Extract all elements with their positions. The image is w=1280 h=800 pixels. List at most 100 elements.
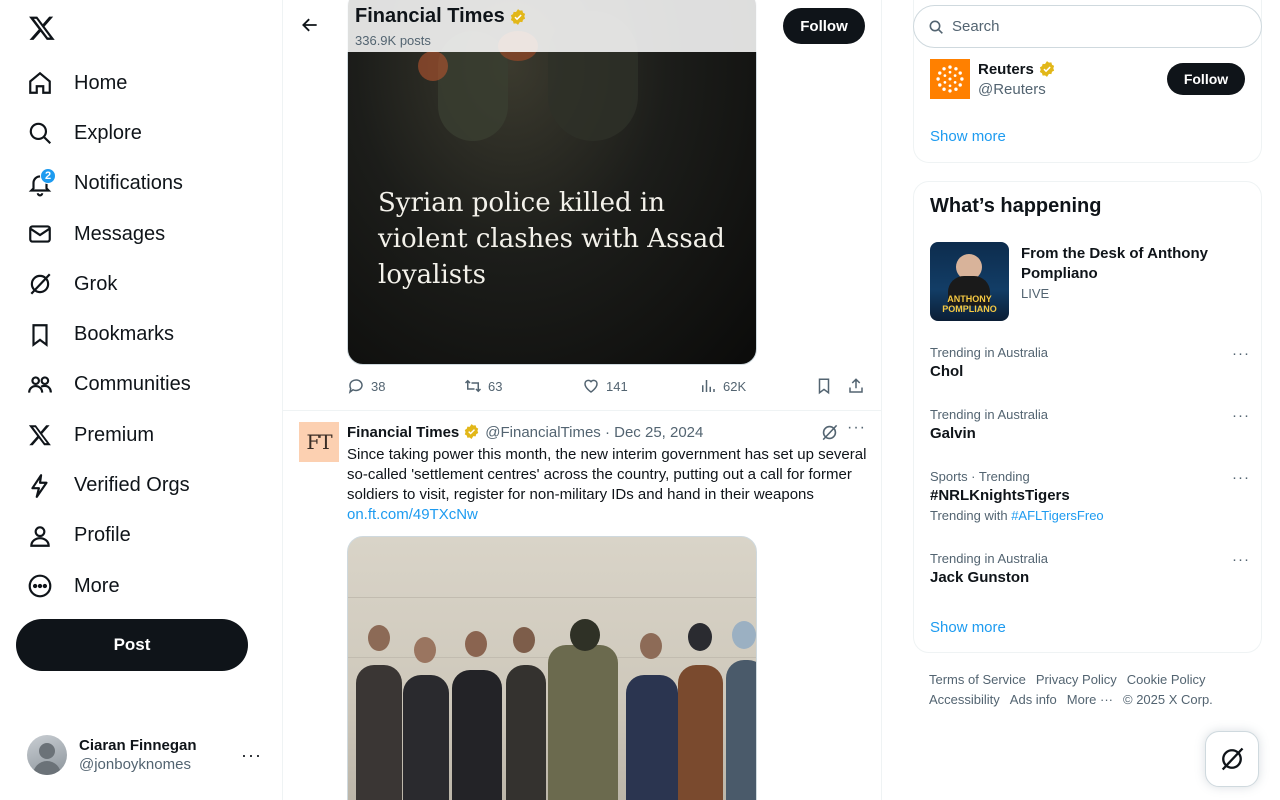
follow-reuters-button[interactable]: Follow	[1167, 63, 1245, 95]
page-title: Financial Times	[355, 5, 527, 28]
tweet-author[interactable]: Financial Times	[347, 424, 459, 441]
trend-item[interactable]: Sports · Trending #NRLKnightsTigers Tren…	[930, 469, 1250, 523]
reuters-logo[interactable]	[930, 59, 970, 99]
footer-link[interactable]: Ads info	[1010, 692, 1057, 707]
more-dots-icon[interactable]: ···	[1232, 407, 1250, 424]
whats-happening-panel: What’s happening ANTHONY POMPLIANO From …	[913, 181, 1262, 653]
main-timeline: Syrian police killed in violent clashes …	[283, 0, 882, 800]
x-logo-icon[interactable]	[24, 10, 60, 46]
search-input[interactable]	[952, 18, 1242, 35]
people-icon	[26, 371, 54, 399]
notification-count-badge: 2	[40, 167, 56, 184]
footer-link[interactable]: More ···	[1067, 692, 1113, 707]
more-circle-icon	[26, 572, 54, 600]
tweet-meta[interactable]: @FinancialTimes · Dec 25, 2024	[485, 424, 703, 441]
footer-link[interactable]: Accessibility	[929, 692, 1000, 707]
image-shape	[726, 660, 756, 800]
nav-item-communities[interactable]: Communities	[16, 360, 191, 410]
tweet-text: Since taking power this month, the new i…	[347, 445, 867, 525]
tweet-body: Since taking power this month, the new i…	[347, 446, 867, 503]
image-shape	[465, 631, 487, 657]
verified-gold-badge-icon	[463, 423, 481, 441]
trend-topic: #NRLKnightsTigers	[930, 487, 1070, 504]
nav-item-notifications[interactable]: 2 Notifications	[16, 159, 191, 209]
nav-item-explore[interactable]: Explore	[16, 108, 191, 158]
follow-button[interactable]: Follow	[783, 8, 865, 44]
nav-item-premium[interactable]: Premium	[16, 410, 191, 460]
nav-label: Premium	[74, 423, 155, 446]
bookmark-button[interactable]	[815, 377, 833, 395]
nav-item-verified-orgs[interactable]: Verified Orgs	[16, 460, 191, 510]
repost-button[interactable]: 63	[464, 377, 502, 395]
image-headline: Syrian police killed in violent clashes …	[378, 188, 725, 290]
tweet-link[interactable]: on.ft.com/49TXcNw	[347, 506, 478, 523]
trend-context: Sports · Trending	[930, 469, 1030, 484]
nav-item-messages[interactable]: Messages	[16, 209, 191, 259]
image-shape	[414, 637, 436, 663]
account-switcher[interactable]: Ciaran Finnegan @jonboyknomes ···	[16, 723, 274, 787]
x-logo-icon	[26, 421, 54, 449]
more-dots-icon[interactable]: ···	[847, 419, 866, 437]
post-button[interactable]: Post	[16, 619, 248, 671]
reuters-name: Reuters	[978, 60, 1034, 78]
back-arrow-icon[interactable]	[293, 8, 327, 42]
reply-button[interactable]: 38	[347, 377, 385, 395]
show-more-link[interactable]: Show more	[930, 619, 1006, 636]
grok-icon[interactable]	[820, 423, 839, 447]
nav-label: More	[74, 574, 120, 597]
nav-item-home[interactable]: Home	[16, 58, 191, 108]
grok-floating-button[interactable]	[1205, 731, 1259, 787]
nav-item-grok[interactable]: Grok	[16, 259, 191, 309]
avatar	[27, 735, 67, 775]
trend-with: Trending with #AFLTigersFreo	[930, 508, 1250, 523]
views-button[interactable]: 62K	[699, 377, 746, 395]
ft-avatar[interactable]: FT	[299, 422, 339, 462]
like-count: 141	[606, 378, 628, 394]
more-dots-icon[interactable]: ···	[1232, 345, 1250, 362]
show-more-link[interactable]: Show more	[930, 128, 1006, 145]
live-badge: LIVE	[1021, 286, 1050, 301]
trend-item[interactable]: Trending in Australia Jack Gunston ···	[930, 551, 1250, 586]
post-image[interactable]: Syrian police killed in violent clashes …	[347, 0, 757, 365]
search-icon	[26, 119, 54, 147]
tweet-photo[interactable]	[347, 536, 757, 800]
footer-link[interactable]: Terms of Service	[929, 672, 1026, 687]
trend-context: Trending in Australia	[930, 407, 1049, 422]
search-box[interactable]	[913, 5, 1262, 48]
more-dots-icon[interactable]: ···	[241, 745, 262, 766]
image-shape	[418, 51, 448, 81]
reply-icon	[348, 379, 363, 394]
primary-nav: Home Explore 2 Notifications Messages Gr…	[16, 58, 191, 611]
views-chart-icon	[702, 380, 715, 392]
right-sidebar: Reuters @Reuters Follow Show more What’s…	[882, 0, 1280, 800]
more-dots-icon[interactable]: ···	[1232, 551, 1250, 568]
profile-header: Financial Times 336.9K posts Follow	[283, 0, 881, 52]
nav-item-more[interactable]: More	[16, 561, 191, 611]
nav-label: Bookmarks	[74, 323, 175, 346]
image-shape	[506, 665, 546, 800]
image-shape	[626, 675, 678, 800]
account-handle: @jonboyknomes	[79, 756, 191, 773]
tweet[interactable]: FT Financial Times @FinancialTimes · Dec…	[283, 411, 881, 800]
share-button[interactable]	[847, 377, 865, 395]
trend-item[interactable]: Trending in Australia Galvin ···	[930, 407, 1250, 442]
trend-item[interactable]: Trending in Australia Chol ···	[930, 345, 1250, 380]
trend-hashtag-link[interactable]: #AFLTigersFreo	[1011, 508, 1103, 523]
nav-label: Verified Orgs	[74, 474, 190, 497]
live-thumbnail[interactable]: ANTHONY POMPLIANO	[930, 242, 1009, 321]
nav-label: Home	[74, 71, 128, 94]
more-dots-icon[interactable]: ···	[1232, 469, 1250, 486]
image-shape	[732, 621, 756, 649]
like-button[interactable]: 141	[582, 377, 628, 395]
copyright: © 2025 X Corp.	[1123, 692, 1213, 707]
footer-link[interactable]: Privacy Policy	[1036, 672, 1117, 687]
nav-label: Notifications	[74, 172, 183, 195]
nav-label: Communities	[74, 373, 191, 396]
nav-item-bookmarks[interactable]: Bookmarks	[16, 309, 191, 359]
live-title[interactable]: From the Desk of Anthony Pompliano	[1021, 244, 1241, 284]
image-shape	[348, 597, 756, 598]
who-name[interactable]: Reuters	[978, 60, 1056, 78]
nav-item-profile[interactable]: Profile	[16, 511, 191, 561]
trend-topic: Chol	[930, 363, 964, 380]
footer-link[interactable]: Cookie Policy	[1127, 672, 1206, 687]
